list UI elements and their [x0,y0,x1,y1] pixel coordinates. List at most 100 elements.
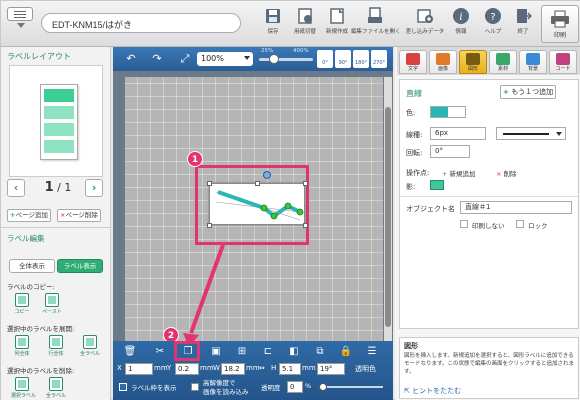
align-icon[interactable]: ▣ [209,345,223,359]
group-icon[interactable]: ⧉ [313,345,327,359]
rotate-0-button[interactable]: 0° [317,50,333,68]
rotate-90-button[interactable]: 90° [335,50,351,68]
resize-handle[interactable] [303,181,308,186]
layer-icon[interactable]: ◧ [287,345,301,359]
copy-button[interactable]: コピー [11,293,33,317]
no-print-checkbox[interactable] [460,220,468,228]
view-label-button[interactable]: ラベル表示 [57,259,103,273]
delete-page-button[interactable]: ×ページ削除 [57,209,101,222]
tab-image-label: 画像 [437,66,448,72]
paper-switch-icon [296,7,314,25]
rotate-handle-icon[interactable] [263,171,271,179]
opacity-thumb[interactable] [319,383,327,391]
paste-button[interactable]: ペースト [41,293,63,317]
rotate-180-button[interactable]: 180° [353,50,369,68]
tab-code[interactable]: コード [549,50,577,74]
rotate-270-button[interactable]: 270° [371,50,387,68]
align-left-icon[interactable]: ⊏ [261,345,275,359]
line-style-select[interactable] [496,127,566,140]
divider [400,196,578,197]
add-another-button[interactable]: + もう１つ追加 [500,85,557,99]
expand-all-button[interactable]: 全ラベル [79,335,101,359]
label-object[interactable] [209,183,305,225]
tab-image[interactable]: 画像 [429,50,457,74]
next-page-icon[interactable]: › [85,179,103,197]
vertical-scrollbar[interactable] [384,77,392,369]
menu-icon[interactable] [7,7,33,21]
view-all-button[interactable]: 全体表示 [9,259,55,273]
print-button[interactable]: 印刷 [541,5,579,43]
save-icon [264,7,282,25]
y-input[interactable]: 0.2 [175,363,199,375]
svg-text:?: ? [490,12,495,23]
show-frame-checkbox[interactable] [119,383,127,391]
delete-point-label: 削除 [503,170,517,178]
tab-shape-label: 図形 [467,66,478,72]
tab-background[interactable]: 背景 [519,50,547,74]
line-shape[interactable] [210,184,306,226]
transparent-color-label: 透明色 [355,365,376,373]
plus-icon: + [442,170,450,178]
rotate-input[interactable]: 0° [430,145,470,158]
canvas-toolbar: ↶ ↷ ⤢ 100% 25% 400% 0° 90° 180° 270° [113,47,393,71]
lock-icon[interactable]: 🔒 [339,345,353,359]
angle-input[interactable]: 19° [317,363,345,375]
resize-handle[interactable] [255,181,260,186]
color-picker[interactable] [430,106,466,118]
delete-point-button[interactable]: × 削除 [496,168,517,178]
object-name-input[interactable]: 直線＃1 [460,201,572,214]
tab-material[interactable]: 素材 [489,50,517,74]
width-input[interactable]: 18.2 [221,363,245,375]
properties-icon[interactable]: ☰ [365,345,379,359]
prev-page-icon[interactable]: ‹ [7,179,25,197]
tab-text[interactable]: 文字 [399,50,427,74]
zoom-select[interactable]: 100% [197,52,253,66]
cut-icon[interactable]: ✂ [153,345,167,359]
delete-all-label: 全ラベル [45,393,66,399]
exit-button[interactable]: 終了 [503,5,543,43]
height-input[interactable]: 5.1 [279,363,301,375]
lock-checkbox[interactable] [516,220,524,228]
material-icon [496,53,510,65]
top-toolbar: EDT-KNM15/はがき 保存 用紙切替 新規作成 編集ファイルを開く 差し込… [1,1,580,47]
expand-column-button[interactable]: 列全体 [11,335,33,359]
zoom-slider[interactable] [259,54,313,64]
line-width-select[interactable]: 6px [430,127,486,140]
add-point-button[interactable]: + 新規追加 [442,168,476,178]
label-slot[interactable] [44,89,74,102]
undo-icon[interactable]: ↶ [123,51,139,67]
hq-line2: 画像を読み込み [203,388,249,396]
resize-handle[interactable] [303,223,308,228]
hide-hint-link[interactable]: ⇱ ヒントをたたむ [404,386,461,396]
label-layout-preview [9,65,103,177]
label-slot[interactable] [44,106,74,119]
shadow-color-swatch[interactable] [430,180,444,190]
tab-shape[interactable]: 図形 [459,50,487,74]
add-page-button[interactable]: +ページ追加 [7,209,51,222]
scroll-thumb[interactable] [385,107,391,327]
label-slot[interactable] [44,123,74,136]
divider [1,227,111,228]
redo-icon[interactable]: ↷ [149,51,165,67]
printer-icon [550,10,570,28]
add-page-label: ページ追加 [15,211,48,219]
line-label: 線種: [406,131,423,139]
trash-icon[interactable]: 🗑 [123,345,137,359]
expand-row-button[interactable]: 行全体 [45,335,67,359]
distribute-icon[interactable]: ⊞ [235,345,249,359]
resize-handle[interactable] [207,181,212,186]
label-sheet-thumbnail[interactable] [40,84,78,160]
x-input[interactable]: 1 [125,363,153,375]
delete-selected-button[interactable]: 選択ラベル [11,377,36,400]
fit-icon[interactable]: ⤢ [177,51,193,67]
opacity-slider[interactable] [319,383,383,391]
chevron-down-icon [244,56,250,60]
link-icon[interactable]: ⇔ [259,364,265,372]
resize-handle[interactable] [207,223,212,228]
zoom-slider-thumb[interactable] [269,54,279,64]
hq-image-checkbox[interactable] [191,383,199,391]
delete-all-button[interactable]: 全ラベル [45,377,67,400]
open-file-button[interactable]: 編集ファイルを開く [351,5,401,43]
opacity-input[interactable]: 0 [287,381,303,393]
label-slot[interactable] [44,140,74,153]
